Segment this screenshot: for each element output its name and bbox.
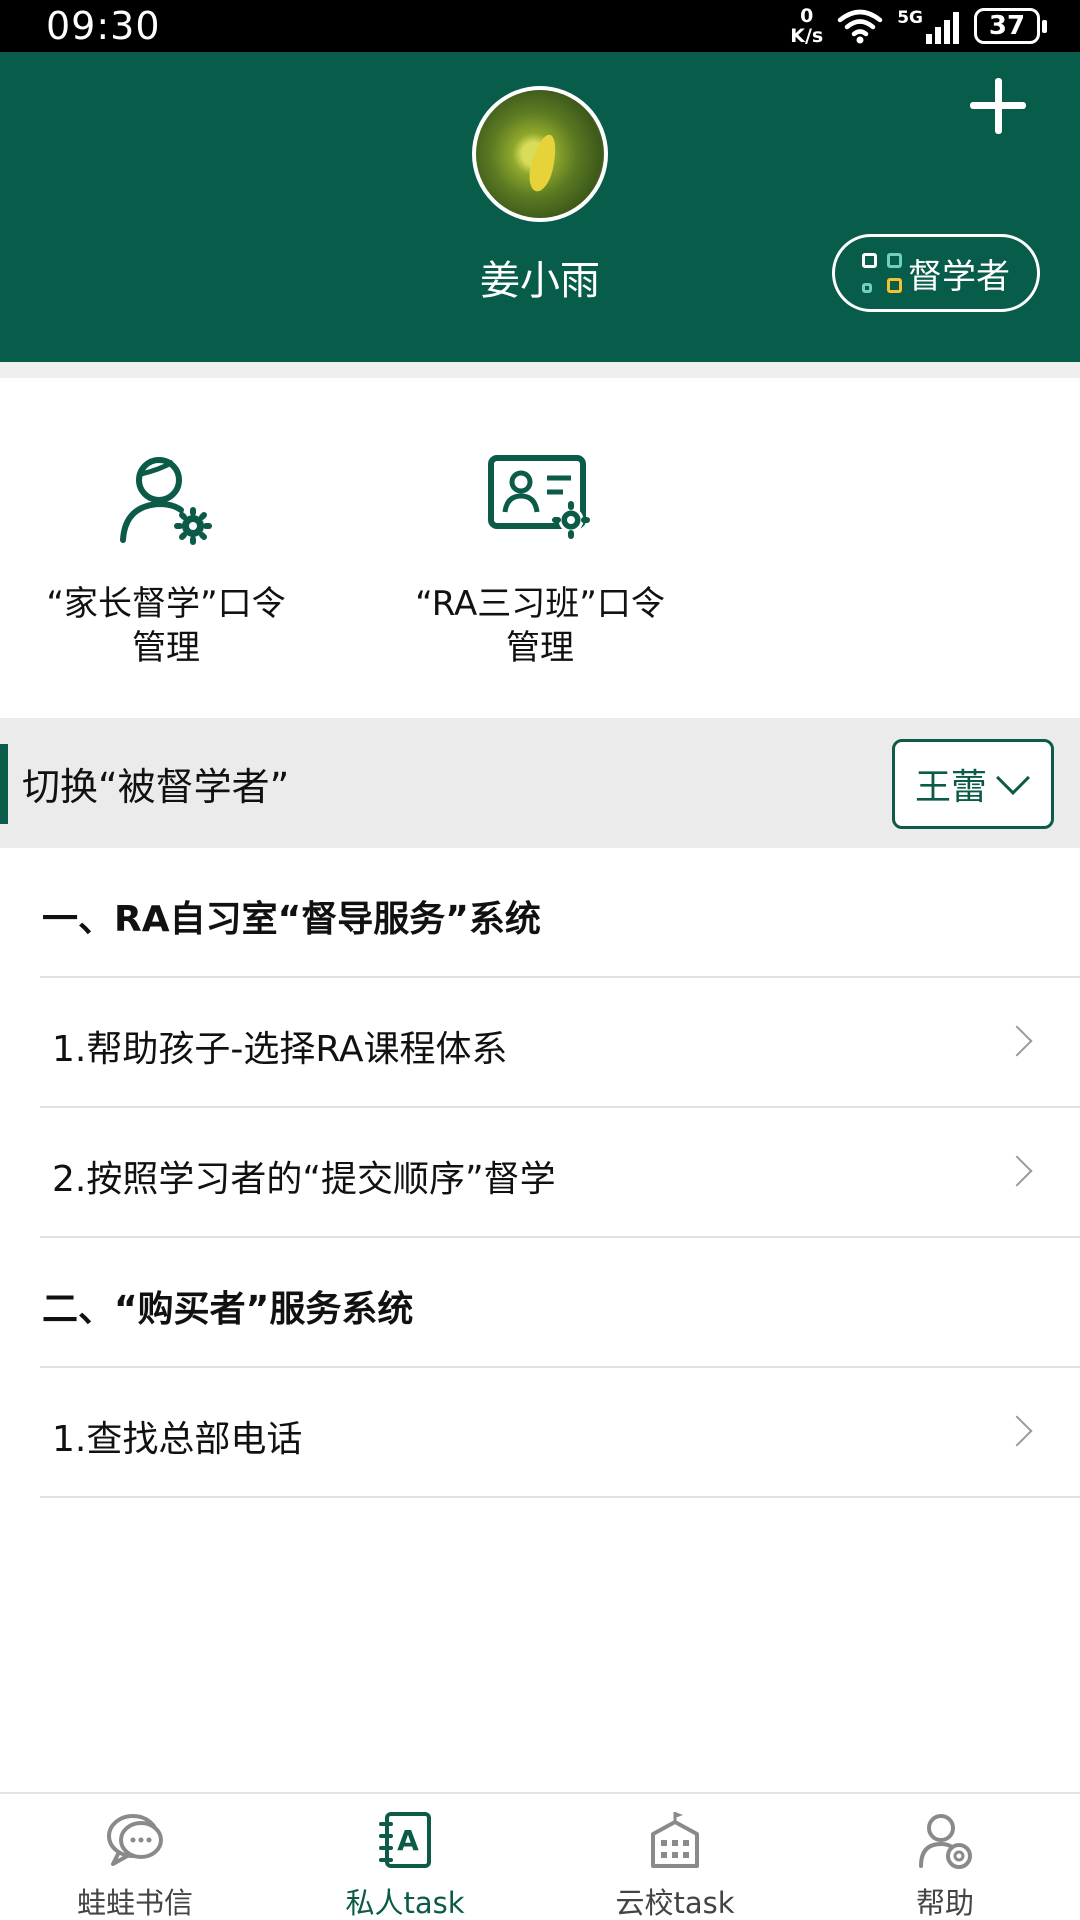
- network-speed: 0 K/s: [790, 5, 824, 47]
- notebook-icon: A: [379, 1812, 431, 1868]
- bottom-nav: 蛙蛙书信 A 私人task 云校task 帮助: [0, 1792, 1080, 1920]
- status-time: 09:30: [46, 4, 161, 48]
- ra-class-password-button[interactable]: “RA三习班”口令 管理: [370, 448, 710, 670]
- nav-tab-label: 帮助: [915, 1886, 974, 1920]
- battery-indicator: 37: [974, 8, 1047, 44]
- parent-supervision-password-button[interactable]: “家长督学”口令 管理: [0, 448, 336, 670]
- list-item-hq-phone[interactable]: 1.查找总部电话: [40, 1368, 1080, 1498]
- chevron-right-icon: [1001, 1155, 1033, 1187]
- section-header-buyer: 二、“购买者”服务系统: [40, 1238, 1080, 1368]
- profile-header: 姜小雨 督学者: [0, 52, 1080, 362]
- avatar-leaf-image: [525, 132, 561, 194]
- nav-tab-label: 私人task: [345, 1886, 465, 1920]
- status-icons: 0 K/s 5G 37: [790, 4, 1047, 48]
- section-title: 一、RA自习室“督导服务”系统: [42, 899, 541, 940]
- nav-tab-letters[interactable]: 蛙蛙书信: [0, 1794, 270, 1920]
- chevron-down-icon: [996, 761, 1030, 795]
- qr-scan-icon: [862, 253, 902, 293]
- chat-bubble-icon: [107, 1814, 163, 1866]
- wifi-icon: [837, 9, 883, 44]
- section-accent-bar: [0, 744, 8, 824]
- switch-supervisee-label: 切换“被督学者”: [22, 765, 290, 809]
- avatar[interactable]: [472, 86, 608, 222]
- supervisee-dropdown[interactable]: 王蕾: [892, 739, 1054, 829]
- quick-actions: “家长督学”口令 管理 “RA三习班”口令 管理: [0, 378, 1080, 718]
- quick-action-label: “RA三习班”口令 管理: [415, 584, 665, 668]
- help-user-icon: [919, 1814, 972, 1869]
- supervisor-button-label: 督学者: [908, 256, 1010, 297]
- user-settings-icon: [120, 457, 212, 545]
- nav-tab-private-task[interactable]: A 私人task: [270, 1794, 540, 1920]
- nav-tab-label: 云校task: [615, 1886, 735, 1920]
- section-header-supervision: 一、RA自习室“督导服务”系统: [40, 848, 1080, 978]
- list-item-label: 1.查找总部电话: [52, 1419, 303, 1460]
- list-item-choose-course[interactable]: 1.帮助孩子-选择RA课程体系: [40, 978, 1080, 1108]
- cell-signal: 5G: [897, 8, 960, 44]
- nav-tab-cloud-school-task[interactable]: 云校task: [540, 1794, 810, 1920]
- nav-tab-help[interactable]: 帮助: [810, 1794, 1080, 1920]
- school-building-icon: [651, 1812, 699, 1868]
- supervisor-button[interactable]: 督学者: [832, 234, 1040, 312]
- header-divider: [0, 362, 1080, 378]
- signal-bars-icon: [926, 12, 959, 44]
- nav-tab-label: 蛙蛙书信: [76, 1886, 193, 1920]
- id-card-settings-icon: [488, 455, 590, 539]
- switch-supervisee-row: 切换“被督学者” 王蕾: [0, 718, 1080, 848]
- svg-text:A: A: [397, 1824, 419, 1857]
- chevron-right-icon: [1001, 1415, 1033, 1447]
- list-item-submission-order[interactable]: 2.按照学习者的“提交顺序”督学: [40, 1108, 1080, 1238]
- add-button[interactable]: [968, 76, 1028, 136]
- list-item-label: 1.帮助孩子-选择RA课程体系: [52, 1029, 508, 1070]
- chevron-right-icon: [1001, 1025, 1033, 1057]
- section-title: 二、“购买者”服务系统: [42, 1289, 414, 1330]
- list-item-label: 2.按照学习者的“提交顺序”督学: [52, 1159, 556, 1200]
- status-bar: 09:30 0 K/s 5G 37: [0, 0, 1080, 52]
- quick-action-label: “家长督学”口令 管理: [46, 584, 286, 668]
- supervisee-selected-value: 王蕾: [915, 767, 988, 808]
- service-menu: 一、RA自习室“督导服务”系统 1.帮助孩子-选择RA课程体系 2.按照学习者的…: [0, 848, 1080, 1498]
